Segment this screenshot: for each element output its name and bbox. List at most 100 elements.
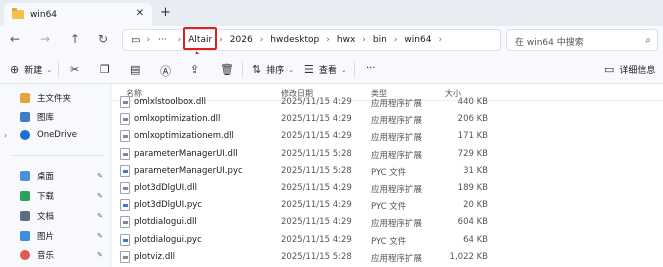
divider bbox=[354, 62, 355, 77]
file-size: 729 KB bbox=[457, 148, 488, 159]
table-row[interactable]: plotviz.dll 2025/11/15 5:28 应用程序扩展 1,022 KB bbox=[112, 249, 663, 266]
sidebar-item-desktop[interactable]: 桌面 bbox=[20, 170, 54, 182]
new-button[interactable]: ⊕ 新建 ⌄ bbox=[10, 63, 52, 76]
file-date: 2025/11/15 4:29 bbox=[281, 234, 352, 245]
file-size: 206 KB bbox=[457, 114, 488, 125]
search-input[interactable]: 在 win64 中搜索 bbox=[506, 29, 658, 51]
table-row[interactable]: omlxoptimizationem.dll 2025/11/15 4:29 应用程… bbox=[112, 128, 663, 145]
table-row[interactable]: parameterManagerUI.dll 2025/11/15 5:28 应用程… bbox=[112, 146, 663, 163]
table-row[interactable]: omlxoptimization.dll 2025/11/15 4:29 应用程序扩… bbox=[112, 111, 663, 128]
sidebar-item-label: 音乐 bbox=[37, 251, 55, 261]
details-pane-icon: ▭ bbox=[604, 63, 615, 76]
breadcrumb-win64[interactable]: win64 bbox=[404, 35, 431, 45]
view-label: 查看 bbox=[318, 66, 337, 76]
pin-icon[interactable]: ✎ bbox=[97, 232, 103, 240]
chevron-down-icon: ⌄ bbox=[288, 65, 295, 74]
address-bar[interactable]: ▭ › ··· › Altair › 2026 › hwdesktop › hw… bbox=[122, 29, 501, 51]
more-button[interactable]: ··· bbox=[366, 63, 376, 74]
file-name: plot3dDlgUI.dll bbox=[134, 183, 197, 193]
breadcrumb-2026[interactable]: 2026 bbox=[230, 35, 253, 45]
file-name: plot3dDlgUI.pyc bbox=[134, 200, 202, 211]
file-type: 应用程序扩展 bbox=[371, 99, 423, 109]
pin-icon[interactable]: ✎ bbox=[97, 212, 103, 220]
search-icon: ⌕ bbox=[645, 35, 651, 46]
file-type: PYC 文件 bbox=[371, 236, 407, 247]
file-type: 应用程序扩展 bbox=[371, 133, 423, 144]
file-size: 64 KB bbox=[463, 234, 488, 245]
sidebar-item-music[interactable]: 音乐 bbox=[20, 249, 54, 261]
table-row[interactable]: plotdialogui.pyc 2025/11/15 4:29 PYC 文件 64 … bbox=[112, 232, 663, 249]
gallery-icon bbox=[20, 112, 30, 122]
breadcrumb-bin[interactable]: bin bbox=[373, 35, 387, 45]
file-size: 440 KB bbox=[457, 97, 488, 107]
sidebar-item-onedrive[interactable]: OneDrive bbox=[20, 130, 77, 140]
breadcrumb-hwdesktop[interactable]: hwdesktop bbox=[270, 35, 319, 45]
file-type: PYC 文件 bbox=[371, 167, 407, 178]
chevron-right-icon: › bbox=[362, 35, 366, 45]
details-button[interactable]: ▭ 详细信息 bbox=[604, 63, 655, 76]
chevron-down-icon: ⌄ bbox=[340, 65, 347, 74]
file-size: 604 KB bbox=[457, 217, 488, 228]
pin-icon[interactable]: ✎ bbox=[97, 251, 103, 259]
sidebar-item-label: 图库 bbox=[37, 113, 55, 123]
rename-icon[interactable]: Ⓐ bbox=[160, 63, 171, 79]
table-row[interactable]: omlxlstoolbox.dll 2025/11/15 4:29 应用程序扩展 44… bbox=[112, 94, 663, 111]
file-icon bbox=[120, 199, 130, 212]
file-size: 189 KB bbox=[457, 183, 488, 193]
new-tab-button[interactable]: + bbox=[160, 5, 171, 20]
file-size: 31 KB bbox=[463, 165, 488, 176]
tab-title: win64 bbox=[30, 9, 58, 20]
file-name: omlxoptimization.dll bbox=[134, 114, 221, 125]
file-date: 2025/11/15 4:29 bbox=[281, 217, 352, 228]
file-date: 2025/11/15 5:28 bbox=[281, 251, 352, 262]
file-size: 171 KB bbox=[457, 131, 488, 142]
navigation-bar: ← → ↑ ↻ ▭ › ··· › Altair › 2026 › hwdesk… bbox=[0, 26, 663, 54]
copy-icon[interactable]: ❐ bbox=[100, 63, 110, 76]
file-date: 2025/11/15 4:29 bbox=[281, 183, 352, 193]
sidebar-item-home[interactable]: 主文件夹 bbox=[20, 92, 71, 104]
chevron-right-icon: › bbox=[393, 35, 398, 45]
sidebar-item-documents[interactable]: 文档 bbox=[20, 210, 54, 222]
table-row[interactable]: plot3dDlgUI.pyc 2025/11/15 4:29 PYC 文件 20 K… bbox=[112, 197, 663, 214]
sidebar-item-pictures[interactable]: 图片 bbox=[20, 230, 54, 242]
pin-icon[interactable]: ✎ bbox=[97, 172, 103, 180]
chevron-right-icon[interactable]: › bbox=[4, 131, 7, 140]
paste-icon[interactable]: ▤ bbox=[130, 63, 140, 76]
up-arrow-icon[interactable]: ↑ bbox=[70, 32, 80, 46]
tab-win64[interactable]: win64 ✕ bbox=[4, 3, 152, 26]
share-icon[interactable]: ⇪ bbox=[190, 63, 199, 76]
refresh-icon[interactable]: ↻ bbox=[98, 32, 108, 46]
table-row[interactable]: plotdialogui.dll 2025/11/15 4:29 应用程序扩展 604… bbox=[112, 214, 663, 231]
table-row[interactable]: parameterManagerUI.pyc 2025/11/15 5:28 PYC… bbox=[112, 163, 663, 180]
delete-icon[interactable]: 🗑︎ bbox=[220, 63, 234, 76]
divider bbox=[242, 62, 243, 77]
chevron-right-icon: › bbox=[177, 35, 182, 45]
sidebar-item-downloads[interactable]: 下载 bbox=[20, 190, 54, 202]
sidebar-item-gallery[interactable]: 图库 bbox=[20, 111, 54, 123]
file-icon bbox=[120, 130, 130, 143]
file-date: 2025/11/15 4:29 bbox=[281, 97, 352, 107]
pin-icon[interactable]: ✎ bbox=[97, 192, 103, 200]
home-icon bbox=[20, 93, 30, 103]
back-arrow-icon[interactable]: ← bbox=[10, 32, 20, 46]
file-type: 应用程序扩展 bbox=[371, 253, 423, 264]
view-button[interactable]: ☰ 查看 ⌄ bbox=[304, 63, 347, 76]
file-icon bbox=[120, 216, 130, 229]
tab-bar: win64 ✕ + bbox=[0, 0, 663, 26]
sidebar-item-label: 文档 bbox=[37, 212, 55, 222]
close-icon[interactable]: ✕ bbox=[136, 8, 144, 19]
sidebar-item-label: 下载 bbox=[37, 192, 55, 202]
sidebar-item-label: 桌面 bbox=[37, 172, 55, 182]
sort-button[interactable]: ⇅ 排序 ⌄ bbox=[252, 63, 294, 76]
breadcrumb-hwx[interactable]: hwx bbox=[337, 35, 355, 45]
sidebar-item-label: OneDrive bbox=[37, 130, 77, 140]
chevron-right-icon: › bbox=[219, 35, 223, 45]
table-row[interactable]: plot3dDlgUI.dll 2025/11/15 4:29 应用程序扩展 189 … bbox=[112, 180, 663, 197]
folder-icon bbox=[12, 8, 24, 19]
file-icon bbox=[120, 164, 130, 177]
cut-icon[interactable]: ✂ bbox=[70, 63, 79, 76]
forward-arrow-icon[interactable]: → bbox=[40, 32, 50, 46]
file-type: 应用程序扩展 bbox=[371, 116, 423, 127]
document-icon bbox=[20, 211, 30, 221]
more-icon[interactable]: ··· bbox=[158, 35, 167, 45]
